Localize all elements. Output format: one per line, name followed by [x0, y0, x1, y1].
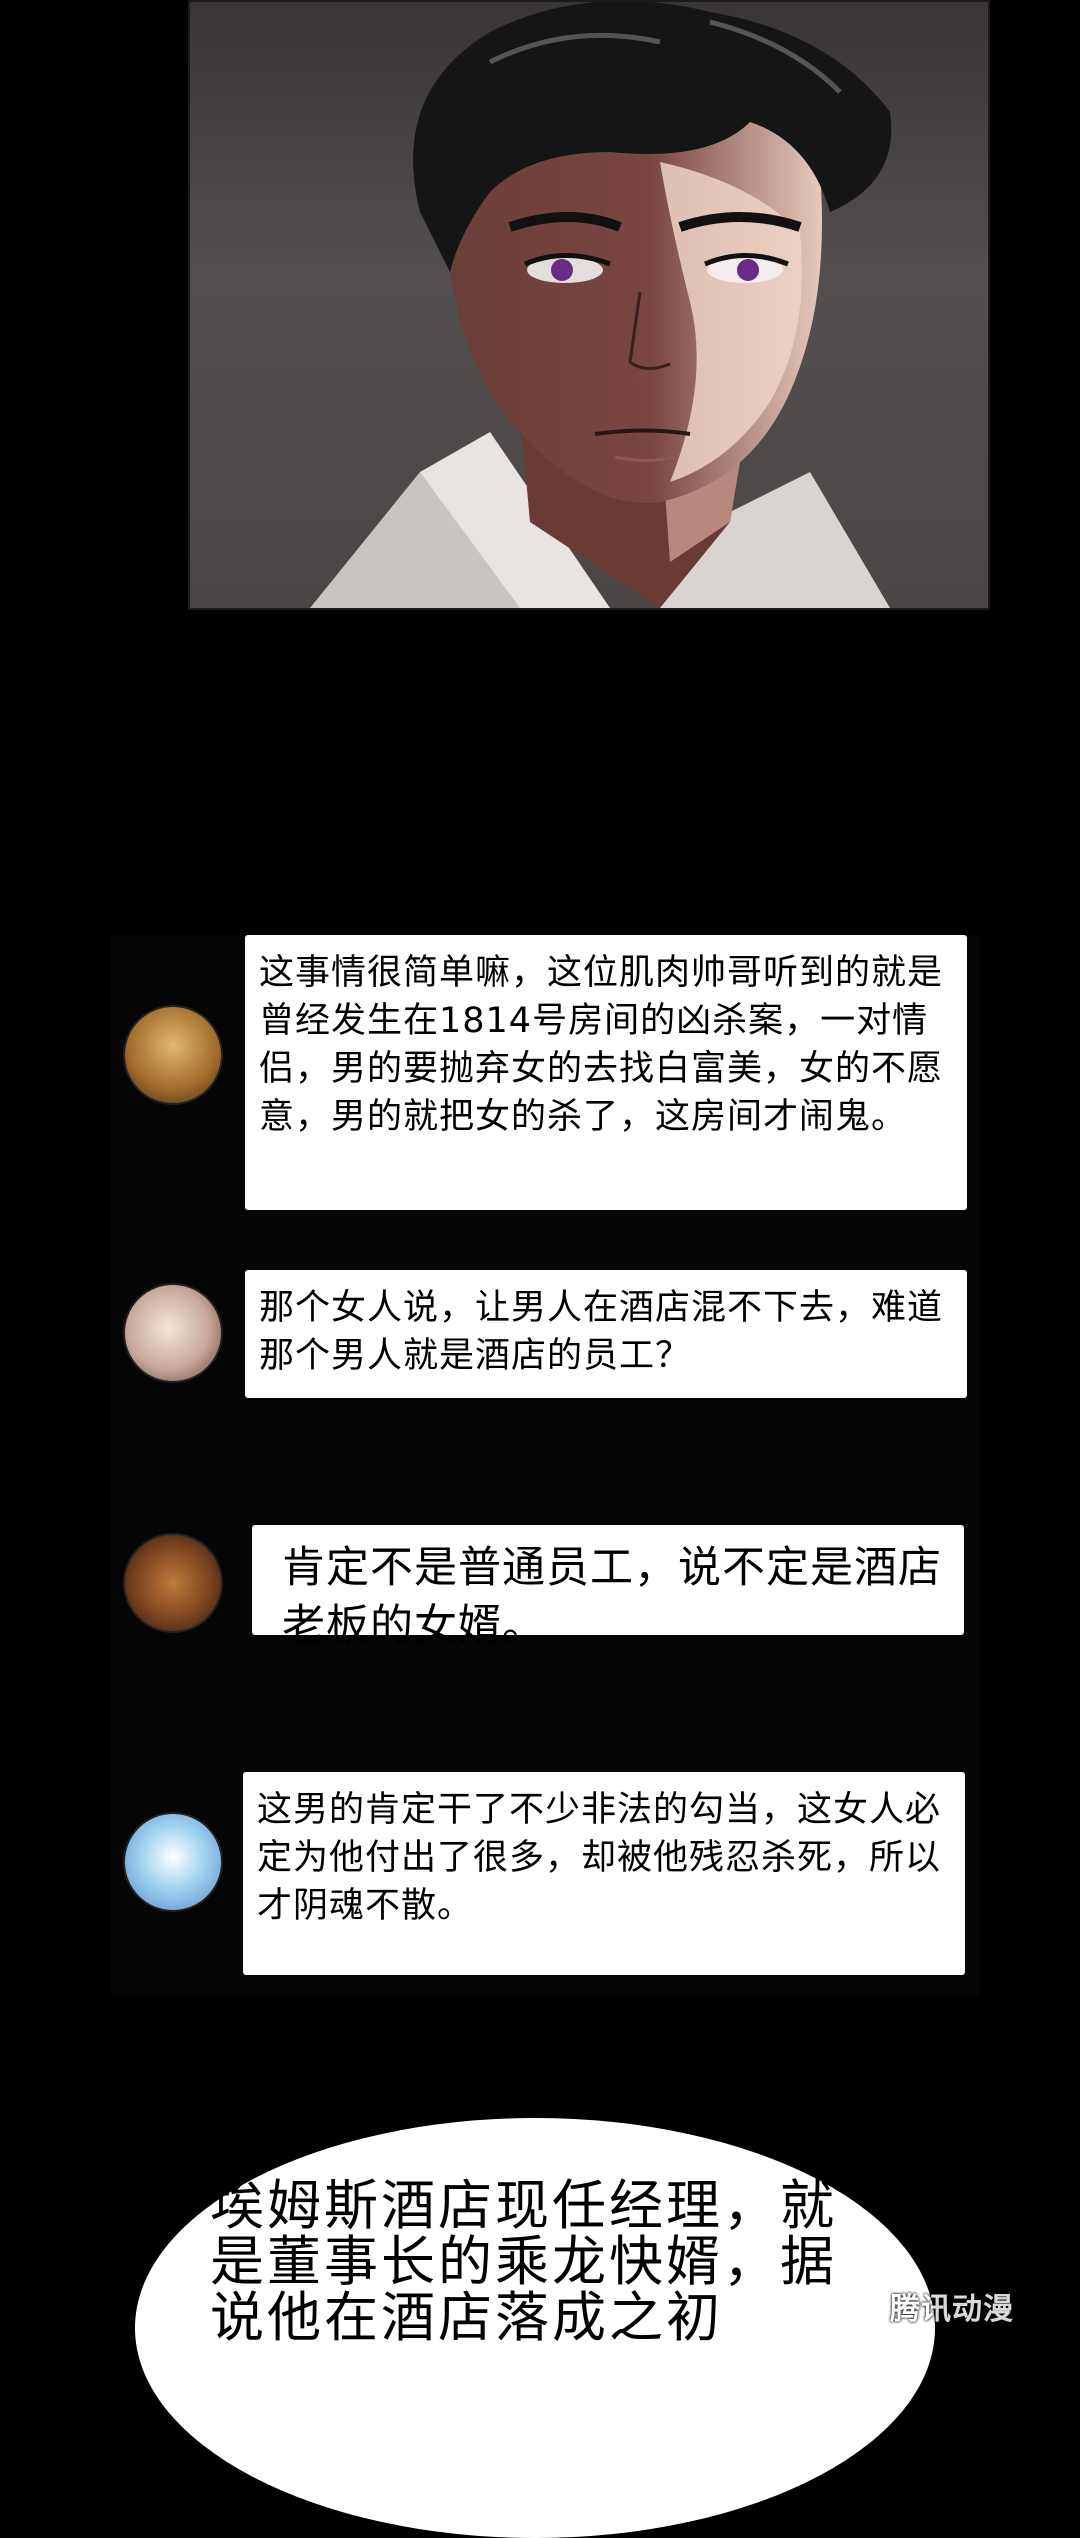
blonde-character-avatar-icon: [123, 1005, 223, 1105]
chat-area: 这事情很简单嘛，这位肌肉帅哥听到的就是曾经发生在1814号房间的凶杀案，一对情侣…: [110, 935, 980, 1995]
message-bubble: 那个女人说，让男人在酒店混不下去，难道那个男人就是酒店的员工？: [245, 1270, 967, 1398]
lion-avatar-icon: [123, 1533, 223, 1633]
message-bubble: 这事情很简单嘛，这位肌肉帅哥听到的就是曾经发生在1814号房间的凶杀案，一对情侣…: [245, 935, 967, 1210]
man-portrait-illustration: [310, 2, 892, 608]
narration-line: 埃姆斯酒店现任经理，就: [210, 2174, 837, 2237]
watermark: 腾讯动漫: [890, 2292, 1014, 2327]
anime-girl-avatar-icon: [123, 1812, 223, 1912]
narration-line: 是董事长的乘龙快婿，据: [210, 2230, 837, 2293]
narration-text: 埃姆斯酒店现任经理，就 是董事长的乘龙快婿，据 说他在酒店落成之初: [210, 2178, 910, 2346]
pale-character-avatar-icon: [123, 1283, 223, 1383]
comic-panel-man-portrait: [188, 0, 990, 610]
message-bubble: 肯定不是普通员工，说不定是酒店老板的女婿。: [252, 1525, 964, 1651]
message-bubble: 这男的肯定干了不少非法的勾当，这女人必定为他付出了很多，却被他残忍杀死，所以才阴…: [243, 1772, 965, 1975]
narration-line: 说他在酒店落成之初: [210, 2286, 723, 2349]
